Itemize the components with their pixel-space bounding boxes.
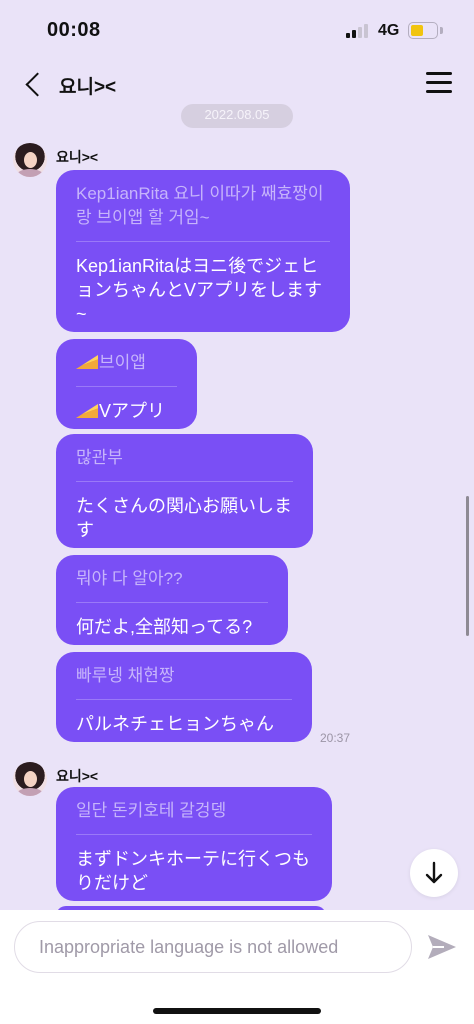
network-type: 4G — [378, 22, 400, 39]
scroll-to-bottom-button[interactable] — [410, 849, 458, 897]
battery-tip — [440, 27, 443, 34]
status-bar: 00:08 4G — [0, 0, 474, 60]
chevron-left-icon — [24, 71, 50, 97]
chat-title: 요니>< — [59, 77, 117, 98]
divider — [76, 241, 330, 242]
divider — [76, 699, 292, 700]
divider — [76, 386, 177, 387]
chat-header: 요니>< — [0, 60, 474, 108]
scrollbar[interactable] — [466, 496, 469, 636]
status-time: 00:08 — [47, 19, 101, 41]
cheese-icon — [76, 355, 98, 369]
sender-name: 요니>< — [56, 149, 99, 165]
message-timestamp: 20:37 — [320, 731, 351, 745]
message-bubble[interactable]: 브이앱 Vアプリ — [56, 339, 197, 429]
divider — [76, 481, 293, 482]
original-text: 빠루넹 채현짱 — [76, 666, 175, 685]
divider — [76, 834, 312, 835]
avatar[interactable] — [13, 143, 47, 177]
back-button[interactable] — [18, 68, 50, 100]
divider — [76, 602, 268, 603]
send-icon — [428, 935, 456, 959]
home-indicator[interactable] — [153, 1008, 321, 1014]
message-bubble[interactable]: 일단 돈키호테 갈겅뎅 まずドンキホーテに行くつもりだけど — [56, 787, 332, 901]
cheese-icon — [76, 404, 98, 418]
message-bubble[interactable]: 뭐야 다 알아?? 何だよ,全部知ってる? — [56, 555, 288, 645]
message-bubble[interactable]: 많관부 たくさんの関心お願いします — [56, 434, 313, 548]
translated-text: たくさんの関心お願いします — [76, 496, 292, 540]
signal-strength-icon — [346, 24, 372, 38]
original-text: 일단 돈키호테 갈겅뎅 — [76, 801, 227, 820]
menu-button[interactable] — [426, 72, 454, 96]
translated-text: パルネチェヒョンちゃん — [76, 714, 274, 734]
send-button[interactable] — [424, 932, 460, 962]
date-separator: 2022.08.05 — [181, 104, 293, 128]
message-bubble[interactable]: 빠루넹 채현짱 パルネチェヒョンちゃん — [56, 652, 312, 742]
translated-text: まずドンキホーテに行くつもりだけど — [76, 849, 310, 893]
message-composer — [0, 910, 474, 1024]
original-text: 많관부 — [76, 448, 123, 467]
translated-text: 何だよ,全部知ってる? — [76, 617, 253, 637]
original-text: Kep1ianRita 요니 이따가 째효짱이랑 브이앱 할 거임~ — [76, 184, 324, 227]
avatar[interactable] — [13, 762, 47, 796]
arrow-down-icon — [425, 861, 443, 884]
translated-text: Vアプリ — [99, 401, 166, 421]
battery-icon — [408, 22, 438, 39]
message-bubble[interactable]: Kep1ianRita 요니 이따가 째효짱이랑 브이앱 할 거임~ Kep1i… — [56, 170, 350, 332]
original-text: 브이앱 — [99, 353, 146, 372]
sender-name: 요니>< — [56, 768, 99, 784]
message-input[interactable] — [14, 921, 412, 973]
original-text: 뭐야 다 알아?? — [76, 569, 183, 588]
translated-text: Kep1ianRitaはヨニ後でジェヒョンちゃんとVアプリをします~ — [76, 256, 323, 324]
